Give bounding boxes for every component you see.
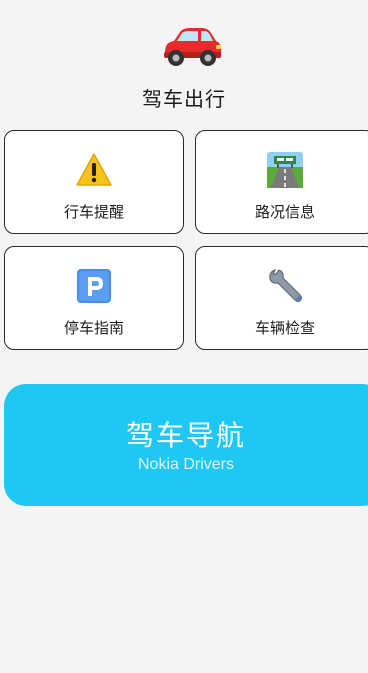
app-header: 驾车出行: [0, 0, 368, 120]
highway-icon: [266, 151, 304, 189]
warning-icon: [75, 151, 113, 189]
navigation-title: 驾车导航: [125, 419, 246, 452]
car-icon: [158, 24, 224, 70]
app-title: 驾车出行: [142, 87, 226, 111]
card-road-info[interactable]: 路况信息: [195, 130, 368, 234]
card-label: 停车指南: [63, 319, 124, 337]
parking-icon: [75, 267, 113, 305]
navigation-subtitle: Nokia Drivers: [137, 456, 234, 473]
card-driving-reminder[interactable]: 行车提醒: [4, 130, 184, 234]
wrench-icon: [266, 267, 304, 305]
card-label: 车辆检查: [254, 319, 315, 337]
card-parking-guide[interactable]: 停车指南: [4, 246, 184, 350]
card-vehicle-check[interactable]: 车辆检查: [195, 246, 368, 350]
card-label: 行车提醒: [63, 203, 124, 221]
card-label: 路况信息: [254, 203, 315, 221]
